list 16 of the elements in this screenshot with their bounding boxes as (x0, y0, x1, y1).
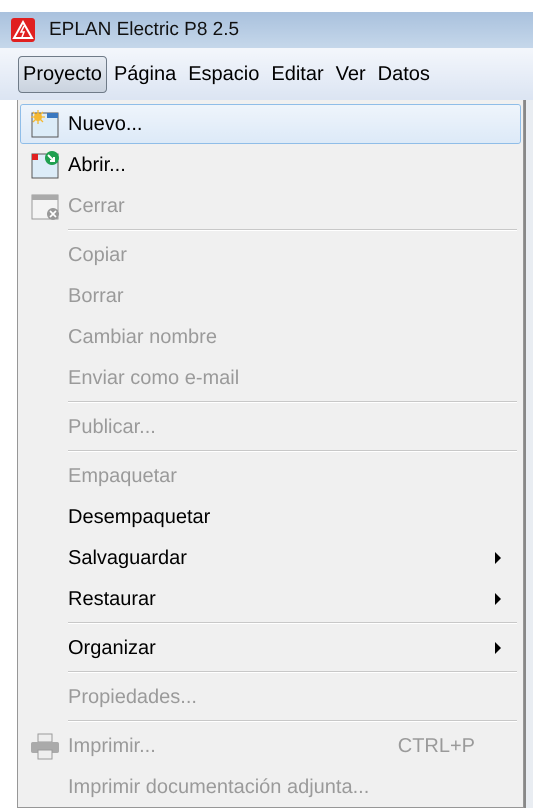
menu-item[interactable]: Salvaguardar (20, 538, 521, 578)
menu-bar-item[interactable]: Ver (330, 56, 371, 92)
open-document-icon (28, 149, 60, 181)
menu-item[interactable]: Abrir... (20, 145, 521, 185)
warning-triangle-icon (11, 18, 35, 42)
menu-item[interactable]: Nuevo... (20, 104, 521, 144)
menu-bar-item[interactable]: Editar (266, 56, 329, 92)
menu-item[interactable]: Desempaquetar (20, 497, 521, 537)
window-title: EPLAN Electric P8 2.5 (49, 19, 240, 41)
menu-bar-item[interactable]: Espacio (183, 56, 264, 92)
menu-item[interactable]: Organizar (20, 628, 521, 668)
new-document-icon (28, 108, 60, 140)
menu-bar-item[interactable]: Proyecto (18, 56, 107, 92)
menu-item[interactable]: Restaurar (20, 579, 521, 619)
menu-bar-item[interactable]: Página (108, 56, 182, 92)
menu-bar-item[interactable]: Datos (372, 56, 435, 92)
